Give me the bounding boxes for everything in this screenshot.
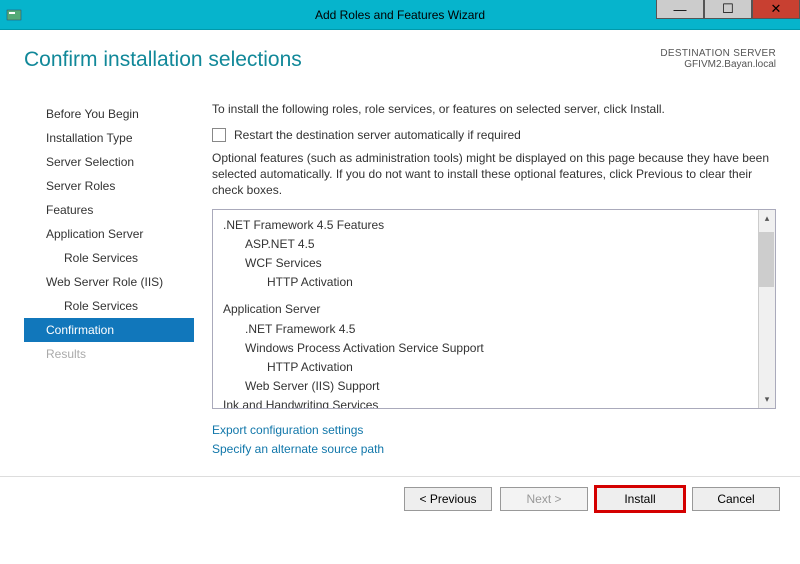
destination-label: DESTINATION SERVER — [660, 48, 776, 59]
wizard-footer: < Previous Next > Install Cancel — [0, 476, 800, 520]
scroll-down-arrow[interactable]: ▾ — [759, 391, 775, 408]
sidebar-item[interactable]: Installation Type — [24, 126, 194, 150]
instruction-text: To install the following roles, role ser… — [212, 102, 776, 116]
restart-checkbox-label: Restart the destination server automatic… — [234, 128, 521, 142]
install-button[interactable]: Install — [596, 487, 684, 511]
destination-info: DESTINATION SERVER GFIVM2.Bayan.local — [660, 48, 776, 70]
sidebar-item[interactable]: Features — [24, 198, 194, 222]
scroll-thumb[interactable] — [759, 232, 774, 287]
feature-list-item: ASP.NET 4.5 — [245, 235, 765, 254]
feature-list-item: Web Server (IIS) Support — [245, 377, 765, 396]
feature-list-item: .NET Framework 4.5 Features — [223, 216, 765, 235]
previous-button[interactable]: < Previous — [404, 487, 492, 511]
next-button: Next > — [500, 487, 588, 511]
main-content: To install the following roles, role ser… — [194, 102, 776, 459]
page-title: Confirm installation selections — [24, 48, 302, 72]
sidebar-item[interactable]: Web Server Role (IIS) — [24, 270, 194, 294]
wizard-steps-sidebar: Before You BeginInstallation TypeServer … — [24, 102, 194, 459]
sidebar-item[interactable]: Server Selection — [24, 150, 194, 174]
destination-server-name: GFIVM2.Bayan.local — [660, 59, 776, 70]
window-title: Add Roles and Features Wizard — [315, 8, 485, 22]
sidebar-item[interactable]: Server Roles — [24, 174, 194, 198]
optional-features-note: Optional features (such as administratio… — [212, 150, 776, 199]
feature-list-item: WCF Services — [245, 254, 765, 273]
alternate-source-link[interactable]: Specify an alternate source path — [212, 440, 776, 459]
feature-list-item: Application Server — [223, 300, 765, 319]
feature-list-item: HTTP Activation — [267, 273, 765, 292]
sidebar-item[interactable]: Before You Begin — [24, 102, 194, 126]
sidebar-item[interactable]: Role Services — [24, 294, 194, 318]
feature-list-item: Ink and Handwriting Services — [223, 396, 765, 408]
sidebar-item[interactable]: Role Services — [24, 246, 194, 270]
restart-checkbox[interactable] — [212, 128, 226, 142]
feature-list-item: Windows Process Activation Service Suppo… — [245, 339, 765, 358]
features-listbox[interactable]: .NET Framework 4.5 FeaturesASP.NET 4.5WC… — [212, 209, 776, 409]
sidebar-item[interactable]: Confirmation — [24, 318, 194, 342]
scrollbar[interactable]: ▴ ▾ — [758, 210, 775, 408]
feature-list-item: .NET Framework 4.5 — [245, 320, 765, 339]
feature-list-item — [223, 292, 765, 300]
sidebar-item: Results — [24, 342, 194, 366]
feature-list-item: HTTP Activation — [267, 358, 765, 377]
app-icon — [6, 7, 22, 23]
cancel-button[interactable]: Cancel — [692, 487, 780, 511]
sidebar-item[interactable]: Application Server — [24, 222, 194, 246]
titlebar[interactable]: Add Roles and Features Wizard — ☐ ✕ — [0, 0, 800, 30]
close-button[interactable]: ✕ — [752, 0, 800, 19]
export-config-link[interactable]: Export configuration settings — [212, 421, 776, 440]
maximize-button[interactable]: ☐ — [704, 0, 752, 19]
minimize-button[interactable]: — — [656, 0, 704, 19]
scroll-up-arrow[interactable]: ▴ — [759, 210, 775, 227]
